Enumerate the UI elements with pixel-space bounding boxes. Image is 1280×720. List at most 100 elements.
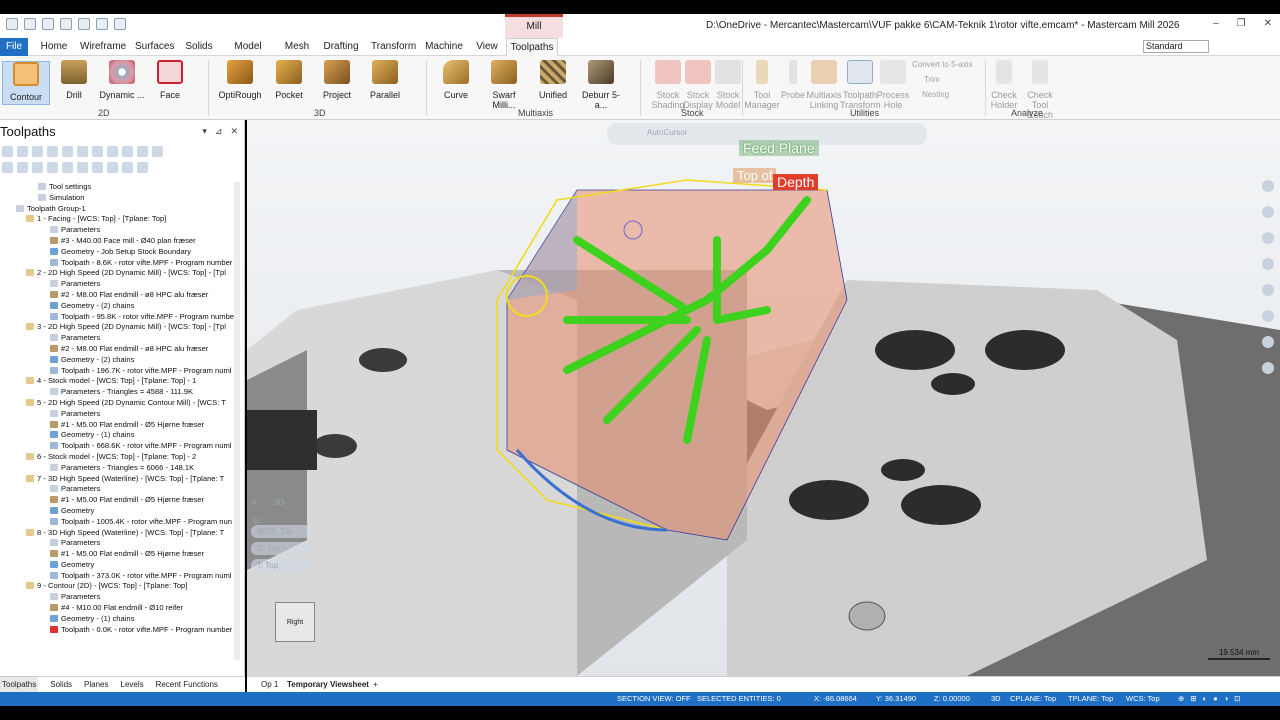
deburr-button[interactable]: Deburr 5-a... [577, 60, 625, 110]
display-toggle-icon[interactable] [17, 162, 28, 173]
tree-item[interactable]: Toolpath - 373.0K - rotor vifte.MPF - Pr… [2, 571, 234, 582]
tree-item[interactable]: #2 - M8.00 Flat endmill - ø8 HPC alu fræ… [2, 290, 234, 301]
tree-item[interactable]: Toolpath - 1005.4K - rotor vifte.MPF - P… [2, 517, 234, 528]
verify-icon[interactable] [77, 146, 88, 157]
tree-item[interactable]: #4 - M10.00 Flat endmill - Ø10 reifer [2, 603, 234, 614]
tab-surfaces[interactable]: Surfaces [135, 38, 174, 56]
zoom-plus-icon[interactable]: ✛ [251, 498, 258, 507]
tab-recent-functions[interactable]: Recent Functions [156, 677, 218, 692]
tab-machine[interactable]: Machine [425, 38, 463, 56]
zoom-icon[interactable] [1262, 180, 1274, 192]
tree-item[interactable]: 3 - 2D High Speed (2D Dynamic Mill) - [W… [2, 322, 234, 333]
process-hole-button[interactable]: Process Hole [876, 60, 910, 110]
cplane-status[interactable]: CPLANE: Top [1010, 692, 1056, 706]
tree-item[interactable]: 8 - 3D High Speed (Waterline) - [WCS: To… [2, 528, 234, 539]
print-icon[interactable] [78, 18, 90, 30]
view-top-icon[interactable] [1262, 284, 1274, 296]
tree-item[interactable]: Geometry [2, 560, 234, 571]
tree-item[interactable]: Geometry - Job Setup Stock Boundary [2, 247, 234, 258]
parallel-button[interactable]: Parallel [361, 60, 409, 100]
move-down-icon[interactable] [47, 162, 58, 173]
tree-scrollbar[interactable] [234, 182, 240, 660]
tree-item[interactable]: 1 - Facing - [WCS: Top] - [Tplane: Top] [2, 214, 234, 225]
wcs-indicator[interactable]: WCS: Top [251, 525, 315, 538]
toolpath-transform-button[interactable]: Toolpath Transform [840, 60, 881, 110]
view-iso-icon[interactable] [1262, 362, 1274, 374]
tab-temporary-viewsheet[interactable]: Temporary Viewsheet [287, 677, 369, 693]
tree-item[interactable]: #1 - M5.00 Flat endmill - Ø5 Hjørne fræs… [2, 420, 234, 431]
tree-item[interactable]: Parameters [2, 409, 234, 420]
minimize-button[interactable]: – [1213, 18, 1219, 29]
dynamic-button[interactable]: Dynamic ... [98, 60, 146, 100]
face-button[interactable]: Face [146, 60, 194, 100]
select-all-icon[interactable] [2, 146, 13, 157]
tab-solids-manager[interactable]: Solids [50, 677, 72, 692]
tab-file[interactable]: File [0, 38, 28, 56]
mode-3d-status[interactable]: 3D [991, 692, 1001, 706]
tplane-status[interactable]: TPLANE: Top [1068, 692, 1113, 706]
restore-button[interactable]: ❐ [1237, 18, 1246, 29]
tree-item[interactable]: Geometry - (1) chains [2, 430, 234, 441]
close-icon[interactable]: ✕ [230, 126, 238, 137]
probe-button[interactable]: Probe [778, 60, 808, 100]
delete-icon[interactable] [137, 146, 148, 157]
view-front-icon[interactable] [1262, 310, 1274, 322]
tool-manager-button[interactable]: Tool Manager [744, 60, 780, 110]
tree-item[interactable]: Geometry [2, 506, 234, 517]
trim-button[interactable]: Trim [924, 75, 940, 84]
pan-icon[interactable] [1262, 206, 1274, 218]
post-icon[interactable] [107, 146, 118, 157]
cplane-indicator[interactable]: C: Top [251, 542, 315, 555]
tree-item[interactable]: #1 - M5.00 Flat endmill - Ø5 Hjørne fræs… [2, 495, 234, 506]
fit-icon[interactable] [1262, 258, 1274, 270]
project-button[interactable]: Project [313, 60, 361, 100]
view-cube[interactable]: Right [275, 602, 315, 642]
new-file-icon[interactable] [6, 18, 18, 30]
config-select[interactable]: Standard [1143, 40, 1209, 53]
lock-icon[interactable] [2, 162, 13, 173]
tree-item[interactable]: Parameters [2, 484, 234, 495]
redo-icon[interactable] [114, 18, 126, 30]
graphics-viewport[interactable]: AutoCursor Feed Plane Top of Depth ✛ 3D … [247, 120, 1280, 676]
tab-solids[interactable]: Solids [184, 38, 214, 56]
tab-toolpaths[interactable]: Toolpaths [506, 38, 558, 56]
tab-view[interactable]: View [474, 38, 500, 56]
multiaxis-linking-button[interactable]: Multiaxis Linking [806, 60, 842, 110]
tree-item[interactable]: 4 - Stock model - [WCS: Top] - [Tplane: … [2, 376, 234, 387]
tree-item[interactable]: Simulation [2, 193, 234, 204]
nesting-button[interactable]: Nesting [922, 90, 949, 99]
convert-5axis-button[interactable]: Convert to 5-axis [912, 60, 972, 69]
tree-item[interactable]: #1 - M5.00 Flat endmill - Ø5 Hjørne fræs… [2, 549, 234, 560]
close-button[interactable]: ✕ [1264, 18, 1272, 29]
tab-planes-manager[interactable]: Planes [84, 677, 108, 692]
highfeed-icon[interactable] [122, 146, 133, 157]
tree-item[interactable]: Parameters [2, 333, 234, 344]
toggle-select-icon[interactable] [17, 146, 28, 157]
scroll-to-icon[interactable] [92, 162, 103, 173]
tree-item[interactable]: #2 - M8.00 Flat endmill - ø8 HPC alu fræ… [2, 344, 234, 355]
tree-item[interactable]: Parameters [2, 592, 234, 603]
tree-item[interactable]: 6 - Stock model - [WCS: Top] - [Tplane: … [2, 452, 234, 463]
rotate-icon[interactable] [1262, 232, 1274, 244]
section-view-status[interactable]: SECTION VIEW: OFF [617, 692, 691, 706]
feed-plane-label[interactable]: Feed Plane [739, 140, 819, 156]
tree-item[interactable]: Toolpath - 95.8K - rotor vifte.MPF - Pro… [2, 312, 234, 323]
regenerate-dirty-icon[interactable] [47, 146, 58, 157]
optirough-button[interactable]: OptiRough [216, 60, 264, 100]
add-viewsheet-button[interactable]: + [373, 677, 378, 693]
tree-item[interactable]: Parameters [2, 225, 234, 236]
unified-button[interactable]: Unified [529, 60, 577, 100]
tree-item[interactable]: Parameters [2, 279, 234, 290]
tree-item[interactable]: Toolpath - 668.6K - rotor vifte.MPF - Pr… [2, 441, 234, 452]
wcs-status[interactable]: WCS: Top [1126, 692, 1160, 706]
contour-button[interactable]: Contour [2, 61, 50, 105]
tree-item[interactable]: Geometry - (2) chains [2, 355, 234, 366]
pocket-button[interactable]: Pocket [265, 60, 313, 100]
move-up-icon[interactable] [62, 162, 73, 173]
tab-model-prep[interactable]: Model Prep [226, 38, 270, 70]
insert-arrow-icon[interactable] [77, 162, 88, 173]
tree-item[interactable]: Geometry - (2) chains [2, 301, 234, 312]
tree-item[interactable]: Parameters - Triangles = 4588 - 111.9K [2, 387, 234, 398]
tree-item[interactable]: Tool settings [2, 182, 234, 193]
panel-menu-icon[interactable]: ▾ [202, 126, 207, 137]
